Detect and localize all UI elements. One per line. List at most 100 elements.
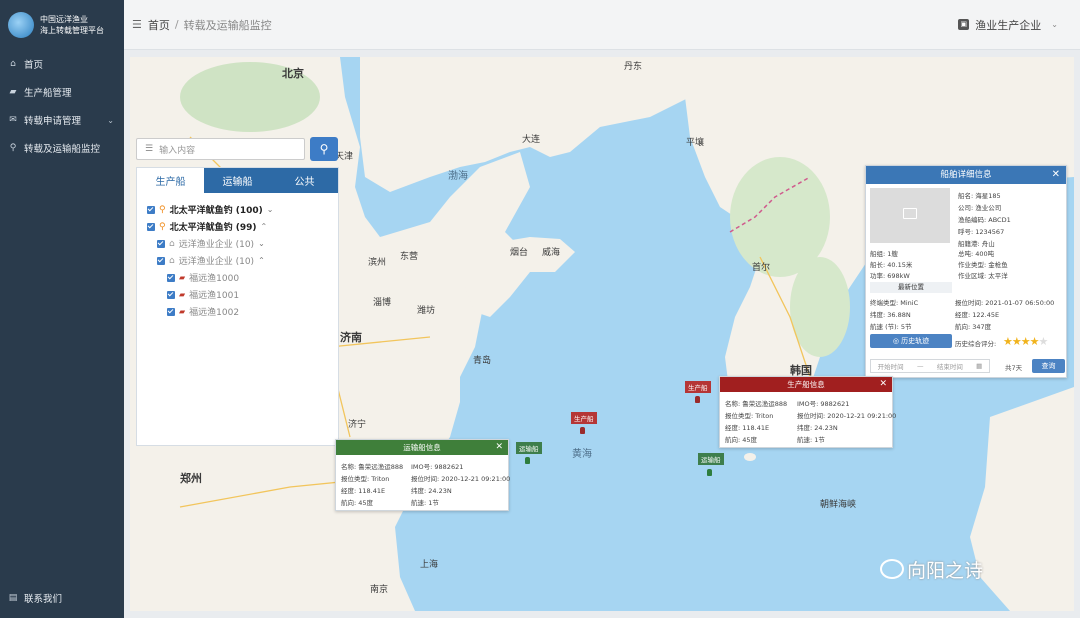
ship-label-production[interactable]: 生产船: [685, 381, 711, 393]
app-logo[interactable]: 中国远洋渔业 海上转载管理平台: [0, 0, 124, 50]
sidebar-item-label: 生产船管理: [24, 88, 72, 99]
detail-reporttime: 报位时间: 2021-01-07 06:50:00: [955, 299, 1055, 307]
tree-node[interactable]: ▰ 福远渔1002: [147, 303, 338, 320]
home-icon: ⌂: [10, 59, 16, 69]
ship-icon: ▰: [9, 87, 17, 97]
chevron-down-icon[interactable]: ⌄: [258, 239, 265, 248]
search-input[interactable]: ☰ 输入内容: [136, 138, 305, 160]
checkbox[interactable]: [157, 256, 165, 265]
place-yellow-sea: 黄海: [572, 449, 592, 460]
ship-label-production[interactable]: 生产船: [571, 412, 597, 424]
place-pyongyang: 平壤: [686, 138, 705, 148]
sidebar: 中国远洋渔业 海上转载管理平台 ⌂ 首页 ▰ 生产船管理 ✉ 转载申请管理 ⌄ …: [0, 0, 124, 618]
breadcrumb-home[interactable]: 首页: [148, 17, 170, 33]
tab-transport-ships[interactable]: 运输船: [204, 168, 271, 193]
contact-label: 联系我们: [24, 594, 63, 605]
header: ☰ 首页 / 转载及运输船监控 ▣ 渔业生产企业 ⌄: [124, 0, 1080, 50]
detail-power: 功率: 698kW: [870, 272, 910, 280]
popup-time: 报位时间: 2020-12-21 09:21:00: [411, 475, 511, 483]
place-dalian: 大连: [522, 135, 541, 145]
list-icon: ☰: [145, 144, 154, 154]
chevron-down-icon[interactable]: ⌄: [267, 205, 274, 214]
checkbox[interactable]: [147, 222, 155, 231]
detail-area: 作业区域: 太平洋: [958, 272, 1008, 280]
checkbox[interactable]: [147, 205, 155, 214]
tree-node-label: 远洋渔业企业 (10): [178, 240, 255, 250]
chevron-up-icon[interactable]: ⌃: [258, 256, 265, 265]
tab-public[interactable]: 公共: [271, 168, 338, 193]
search-placeholder: 输入内容: [159, 145, 196, 156]
tree-node[interactable]: ▰ 福远渔1000: [147, 269, 338, 286]
logo-line1: 中国远洋渔业: [40, 15, 88, 24]
query-button[interactable]: 查询: [1032, 359, 1065, 373]
popup-lat: 纬度: 24.23N: [411, 487, 452, 495]
calendar-icon: ▦: [976, 362, 983, 370]
place-dandong: 丹东: [624, 62, 643, 72]
history-track-button[interactable]: ◎ 历史轨迹: [870, 334, 952, 348]
detail-header: 船舶详细信息 ✕: [866, 166, 1066, 184]
tree-node[interactable]: ▰ 福远渔1001: [147, 286, 338, 303]
tree-node-label: 福远渔1001: [189, 291, 240, 301]
sidebar-item-contact[interactable]: ▤ 联系我们: [0, 584, 124, 612]
checkbox[interactable]: [167, 307, 175, 316]
place-zibo: 淄博: [373, 298, 392, 308]
popup-lon: 经度: 118.41E: [725, 424, 770, 432]
place-beijing: 北京: [282, 67, 304, 80]
tree-node[interactable]: ⚲ 北太平洋鱿鱼钓 (100) ⌄: [147, 201, 338, 218]
popup-lat: 纬度: 24.23N: [797, 424, 838, 432]
chevron-down-icon: ⌄: [107, 115, 114, 125]
tree-node[interactable]: ⌂ 远洋渔业企业 (10) ⌃: [147, 252, 338, 269]
tab-production-ships[interactable]: 生产船: [137, 168, 204, 193]
tree-node[interactable]: ⚲ 北太平洋鱿鱼钓 (99) ⌃: [147, 218, 338, 235]
tree-node-label: 北太平洋鱿鱼钓 (100): [169, 206, 263, 216]
checkbox[interactable]: [167, 290, 175, 299]
tree-node-label: 福远渔1000: [189, 274, 240, 284]
tree-node-label: 北太平洋鱿鱼钓 (99): [169, 223, 257, 233]
panel-tabs: 生产船 运输船 公共: [137, 168, 338, 193]
detail-port: 船籍港: 舟山: [958, 240, 995, 248]
user-menu[interactable]: ▣ 渔业生产企业 ⌄: [958, 17, 1058, 33]
search-icon: ⚲: [319, 142, 329, 156]
company-icon: ⌂: [169, 255, 175, 266]
breadcrumb-current: 转载及运输船监控: [183, 18, 272, 32]
menu-toggle-icon[interactable]: ☰: [132, 18, 142, 31]
popup-speed: 航速: 1节: [797, 436, 825, 444]
ship-marker[interactable]: [580, 427, 585, 434]
start-date-input[interactable]: 开始时间: [878, 361, 904, 371]
popup-name: 名称: 鲁荣远渔运888: [725, 400, 788, 408]
checkbox[interactable]: [157, 239, 165, 248]
detail-count: 船组: 1艘: [870, 250, 898, 258]
sidebar-item-label: 首页: [24, 60, 44, 71]
ship-label-transport[interactable]: 运输船: [516, 442, 542, 454]
sidebar-item-transfer-requests[interactable]: ✉ 转载申请管理 ⌄: [0, 106, 124, 134]
close-icon[interactable]: ✕: [879, 377, 887, 392]
detail-terminal: 终端类型: MiniC: [870, 299, 919, 307]
tree-node[interactable]: ⌂ 远洋渔业企业 (10) ⌄: [147, 235, 338, 252]
ship-marker[interactable]: [707, 469, 712, 476]
search-button[interactable]: ⚲: [310, 137, 338, 161]
place-jining: 济宁: [348, 420, 367, 430]
ship-label-transport[interactable]: 运输船: [698, 453, 724, 465]
range-separator: —: [916, 362, 924, 370]
end-date-input[interactable]: 结束时间: [937, 361, 963, 371]
star-icon: ★: [1038, 335, 1049, 348]
sidebar-item-monitoring[interactable]: ⚲ 转载及运输船监控: [0, 134, 124, 162]
place-shanghai: 上海: [420, 560, 439, 570]
tree-node-label: 远洋渔业企业 (10): [178, 257, 255, 267]
date-range-picker[interactable]: 开始时间 — 结束时间 ▦: [870, 359, 990, 373]
place-qingdao: 青岛: [473, 356, 492, 366]
close-icon[interactable]: ✕: [495, 440, 503, 455]
popup-imo: IMO号: 9882621: [797, 400, 850, 408]
ship-marker[interactable]: [525, 457, 530, 464]
chat-icon: ▤: [8, 593, 18, 603]
ship-marker[interactable]: [695, 396, 700, 403]
checkbox[interactable]: [167, 273, 175, 282]
popup-terminal: 报位类型: Triton: [341, 475, 390, 483]
sidebar-item-production-ships[interactable]: ▰ 生产船管理: [0, 78, 124, 106]
user-icon: ▣: [958, 19, 970, 30]
detail-speed: 航速 (节): 5节: [870, 323, 912, 331]
popup-heading: 航向: 45度: [341, 499, 374, 507]
chevron-up-icon[interactable]: ⌃: [260, 222, 267, 231]
close-icon[interactable]: ✕: [1052, 166, 1060, 184]
sidebar-item-home[interactable]: ⌂ 首页: [0, 50, 124, 78]
